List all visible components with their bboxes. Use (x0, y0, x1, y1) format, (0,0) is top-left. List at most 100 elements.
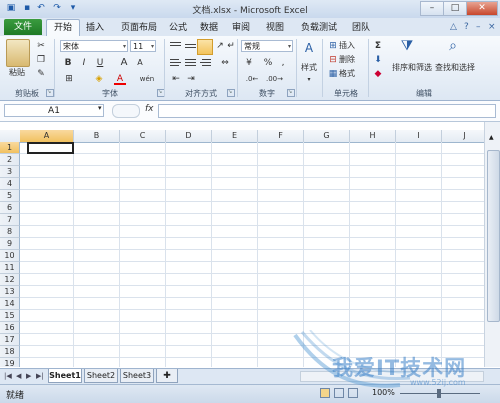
comma-button[interactable]: , (278, 57, 288, 69)
column-header[interactable]: J (442, 130, 488, 142)
column-header[interactable]: A (20, 130, 74, 142)
column-header[interactable]: C (120, 130, 166, 142)
insert-function-button[interactable]: fx (145, 104, 154, 114)
maximize-button[interactable]: □ (443, 1, 467, 16)
next-sheet-icon[interactable]: ▶ (26, 372, 31, 380)
wrap-text-icon[interactable]: ↵ (226, 40, 236, 52)
row-header[interactable]: 7 (0, 214, 20, 226)
sheet-tab-sheet2[interactable]: Sheet2 (84, 369, 118, 383)
row-header[interactable]: 2 (0, 154, 20, 166)
last-sheet-icon[interactable]: ▶| (36, 372, 44, 380)
column-header[interactable]: I (396, 130, 442, 142)
tab-formulas[interactable]: 公式 (165, 21, 191, 35)
find-select-icon[interactable]: ⌕ (444, 39, 462, 53)
chevron-down-icon[interactable]: ▾ (98, 104, 102, 112)
percent-button[interactable]: % (262, 57, 274, 69)
tab-load-test[interactable]: 负载测试 (296, 21, 342, 35)
align-center-icon[interactable] (185, 59, 196, 68)
row-header[interactable]: 19 (0, 358, 20, 367)
minimize-button[interactable]: – (420, 1, 444, 16)
fill-icon[interactable]: ⬇ (372, 54, 384, 66)
row-header[interactable]: 14 (0, 298, 20, 310)
currency-icon[interactable]: ¥ (242, 57, 256, 69)
copy-icon[interactable]: ❐ (35, 54, 47, 66)
align-right-icon[interactable] (200, 59, 211, 68)
delete-cells-button[interactable]: 删除 (339, 54, 359, 66)
prev-sheet-icon[interactable]: ◀ (16, 372, 21, 380)
autosum-button[interactable]: Σ (372, 40, 384, 52)
row-header[interactable]: 18 (0, 346, 20, 358)
bold-button[interactable]: B (62, 57, 74, 69)
number-format-select[interactable]: 常规 ▾ (241, 40, 293, 52)
row-header[interactable]: 12 (0, 274, 20, 286)
column-header[interactable]: F (258, 130, 304, 142)
orientation-icon[interactable]: ↗ (214, 40, 226, 52)
column-header[interactable]: B (74, 130, 120, 142)
paste-button[interactable]: 粘贴 (4, 67, 30, 78)
italic-button[interactable]: I (78, 57, 90, 69)
formula-bar-splitter[interactable] (112, 104, 140, 118)
find-select-button[interactable]: 查找和选择 (433, 62, 477, 73)
window-close-icon[interactable]: × (488, 22, 496, 32)
merge-center-icon[interactable]: ⇔ (215, 57, 235, 69)
page-break-view-icon[interactable] (348, 388, 358, 398)
tab-home[interactable]: 开始 (46, 19, 80, 37)
borders-icon[interactable]: ⊞ (62, 73, 76, 85)
fill-color-icon[interactable]: ◈ (92, 73, 106, 85)
row-header[interactable]: 3 (0, 166, 20, 178)
font-size-select[interactable]: 11 ▾ (130, 40, 156, 52)
row-header[interactable]: 15 (0, 310, 20, 322)
tab-insert[interactable]: 插入 (80, 21, 110, 35)
phonetic-button[interactable]: wén (138, 73, 156, 85)
row-header[interactable]: 5 (0, 190, 20, 202)
font-name-select[interactable]: 宋体 ▾ (60, 40, 128, 52)
align-middle-icon[interactable] (185, 44, 196, 53)
vertical-scrollbar[interactable]: ▲ (484, 122, 500, 367)
decrease-decimal-icon[interactable]: .00→ (266, 73, 283, 85)
horizontal-scrollbar[interactable] (300, 371, 484, 382)
normal-view-icon[interactable] (320, 388, 330, 398)
increase-decimal-icon[interactable]: .0← (244, 73, 260, 85)
formula-input[interactable] (158, 104, 496, 118)
help-icon[interactable]: ? (464, 22, 469, 32)
sheet-tab-sheet1[interactable]: Sheet1 (48, 369, 82, 383)
tab-data[interactable]: 数据 (196, 21, 222, 35)
underline-button[interactable]: U (94, 57, 106, 69)
delete-cells-icon[interactable]: ⊟ (327, 54, 339, 66)
row-header[interactable]: 11 (0, 262, 20, 274)
shrink-font-button[interactable]: A (134, 57, 146, 69)
vertical-scroll-thumb[interactable] (487, 150, 500, 322)
align-bottom-button[interactable] (197, 39, 213, 55)
tab-page-layout[interactable]: 页面布局 (114, 21, 164, 35)
row-header[interactable]: 17 (0, 334, 20, 346)
close-button[interactable]: ✕ (466, 1, 498, 16)
row-header[interactable]: 9 (0, 238, 20, 250)
name-box[interactable]: A1 (4, 104, 104, 117)
tab-review[interactable]: 审阅 (228, 21, 254, 35)
page-layout-view-icon[interactable] (334, 388, 344, 398)
cut-icon[interactable]: ✂ (35, 40, 47, 52)
column-header[interactable]: E (212, 130, 258, 142)
align-left-icon[interactable] (170, 59, 181, 68)
tab-view[interactable]: 视图 (262, 21, 288, 35)
row-header[interactable]: 6 (0, 202, 20, 214)
zoom-slider-thumb[interactable] (437, 389, 441, 398)
column-header[interactable]: H (350, 130, 396, 142)
styles-button[interactable]: 样式 (298, 62, 320, 73)
chevron-down-icon[interactable]: ▾ (304, 74, 314, 86)
tab-team[interactable]: 团队 (348, 21, 374, 35)
decrease-indent-icon[interactable]: ⇤ (170, 73, 182, 85)
active-cell[interactable] (27, 142, 74, 154)
format-cells-icon[interactable]: ▦ (327, 68, 339, 80)
scroll-up-icon[interactable]: ▲ (489, 134, 494, 141)
increase-indent-icon[interactable]: ⇥ (185, 73, 197, 85)
row-header[interactable]: 16 (0, 322, 20, 334)
row-header[interactable]: 4 (0, 178, 20, 190)
sheet-tab-sheet3[interactable]: Sheet3 (120, 369, 154, 383)
minimize-ribbon-icon[interactable]: △ (450, 22, 457, 32)
window-minimize-icon[interactable]: – (476, 22, 481, 32)
format-cells-button[interactable]: 格式 (339, 68, 359, 80)
first-sheet-icon[interactable]: |◀ (4, 372, 12, 380)
insert-cells-icon[interactable]: ⊞ (327, 40, 339, 52)
zoom-level[interactable]: 100% (372, 388, 395, 397)
